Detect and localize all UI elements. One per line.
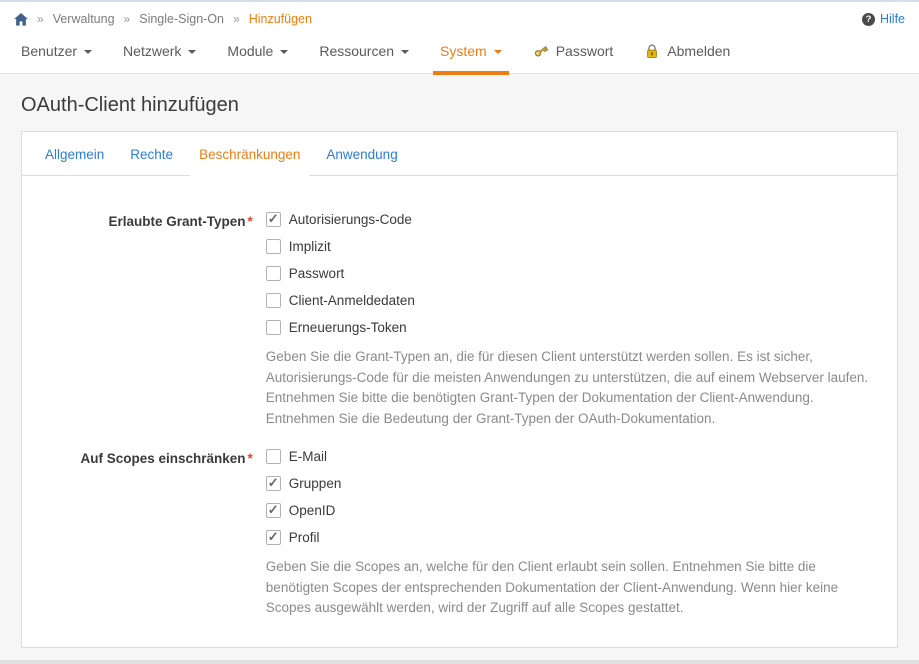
checkbox-box[interactable]: [266, 530, 281, 545]
chevron-down-icon: [401, 50, 409, 54]
form-body: Erlaubte Grant-Typen* Autorisierungs-Cod…: [22, 176, 897, 647]
field-control: Autorisierungs-Code Implizit Passwort Cl…: [266, 212, 881, 429]
form-panel: Allgemein Rechte Beschränkungen Anwendun…: [21, 131, 898, 648]
menu-item-system[interactable]: System: [433, 28, 509, 74]
tab-allgemein[interactable]: Allgemein: [36, 132, 113, 175]
checkbox-label: Client-Anmeldedaten: [289, 293, 415, 308]
breadcrumb-separator: »: [37, 12, 44, 26]
page: » Verwaltung » Single-Sign-On » Hinzufüg…: [0, 0, 919, 664]
checkbox-label: Autorisierungs-Code: [289, 212, 412, 227]
checkbox-box[interactable]: [266, 449, 281, 464]
checkbox-label: Gruppen: [289, 476, 342, 491]
chevron-down-icon: [84, 50, 92, 54]
checkbox-label: Passwort: [289, 266, 345, 281]
menu-item-label: Ressourcen: [319, 43, 394, 59]
checkbox-gruppen[interactable]: Gruppen: [266, 476, 881, 491]
field-label: Auf Scopes einschränken*: [38, 449, 253, 467]
checkbox-autorisierungs-code[interactable]: Autorisierungs-Code: [266, 212, 881, 227]
checkbox-label: Implizit: [289, 239, 331, 254]
required-marker: *: [248, 214, 253, 229]
breadcrumb-separator: »: [124, 12, 131, 26]
checkbox-label: Profil: [289, 530, 320, 545]
required-marker: *: [248, 451, 253, 466]
key-icon: [533, 43, 549, 59]
checkbox-erneuerungs-token[interactable]: Erneuerungs-Token: [266, 320, 881, 335]
checkbox-label: E-Mail: [289, 449, 327, 464]
header: » Verwaltung » Single-Sign-On » Hinzufüg…: [0, 2, 919, 74]
checkbox-box[interactable]: [266, 320, 281, 335]
breadcrumb: » Verwaltung » Single-Sign-On » Hinzufüg…: [0, 2, 919, 28]
checkbox-email[interactable]: E-Mail: [266, 449, 881, 464]
checkbox-label: OpenID: [289, 503, 336, 518]
help-link-label: Hilfe: [880, 12, 905, 26]
help-link[interactable]: ? Hilfe: [862, 12, 905, 26]
menu-item-label: System: [440, 43, 487, 59]
checkbox-label: Erneuerungs-Token: [289, 320, 407, 335]
chevron-down-icon: [494, 50, 502, 54]
breadcrumb-item-hinzufuegen[interactable]: Hinzufügen: [249, 12, 312, 26]
field-help-text: Geben Sie die Scopes an, welche für den …: [266, 557, 881, 619]
field-grant-typen: Erlaubte Grant-Typen* Autorisierungs-Cod…: [38, 212, 881, 429]
checkbox-box[interactable]: [266, 293, 281, 308]
menu-item-module[interactable]: Module: [220, 28, 295, 74]
home-icon[interactable]: [14, 13, 28, 26]
menu-item-label: Module: [227, 43, 273, 59]
menu-item-label: Netzwerk: [123, 43, 181, 59]
menu-item-netzwerk[interactable]: Netzwerk: [116, 28, 203, 74]
tab-rechte[interactable]: Rechte: [121, 132, 182, 175]
breadcrumb-item-single-sign-on[interactable]: Single-Sign-On: [139, 12, 224, 26]
chevron-down-icon: [188, 50, 196, 54]
checkbox-box[interactable]: [266, 503, 281, 518]
page-title: OAuth-Client hinzufügen: [0, 74, 919, 131]
checkbox-passwort[interactable]: Passwort: [266, 266, 881, 281]
field-scopes: Auf Scopes einschränken* E-Mail Gruppen …: [38, 449, 881, 619]
breadcrumb-item-verwaltung[interactable]: Verwaltung: [53, 12, 115, 26]
checkbox-implizit[interactable]: Implizit: [266, 239, 881, 254]
main-menu: Benutzer Netzwerk Module Ressourcen Syst…: [0, 28, 919, 74]
menu-item-label: Benutzer: [21, 43, 77, 59]
field-control: E-Mail Gruppen OpenID Profil Geben Sie: [266, 449, 881, 619]
tab-anwendung[interactable]: Anwendung: [317, 132, 406, 175]
checkbox-box[interactable]: [266, 212, 281, 227]
menu-item-passwort[interactable]: Passwort: [526, 28, 621, 74]
menu-item-ressourcen[interactable]: Ressourcen: [312, 28, 416, 74]
tab-bar: Allgemein Rechte Beschränkungen Anwendun…: [22, 132, 897, 176]
menu-item-benutzer[interactable]: Benutzer: [14, 28, 99, 74]
checkbox-box[interactable]: [266, 266, 281, 281]
lock-icon: [644, 43, 660, 59]
menu-item-abmelden[interactable]: Abmelden: [637, 28, 737, 74]
help-icon: ?: [862, 13, 875, 26]
menu-item-label: Passwort: [556, 43, 614, 59]
chevron-down-icon: [280, 50, 288, 54]
footer-strip: [0, 660, 919, 664]
checkbox-openid[interactable]: OpenID: [266, 503, 881, 518]
checkbox-profil[interactable]: Profil: [266, 530, 881, 545]
breadcrumb-separator: »: [233, 12, 240, 26]
tab-beschraenkungen[interactable]: Beschränkungen: [190, 132, 309, 176]
menu-item-label: Abmelden: [667, 43, 730, 59]
field-help-text: Geben Sie die Grant-Typen an, die für di…: [266, 347, 881, 429]
checkbox-box[interactable]: [266, 476, 281, 491]
checkbox-box[interactable]: [266, 239, 281, 254]
checkbox-client-anmeldedaten[interactable]: Client-Anmeldedaten: [266, 293, 881, 308]
field-label: Erlaubte Grant-Typen*: [38, 212, 253, 230]
